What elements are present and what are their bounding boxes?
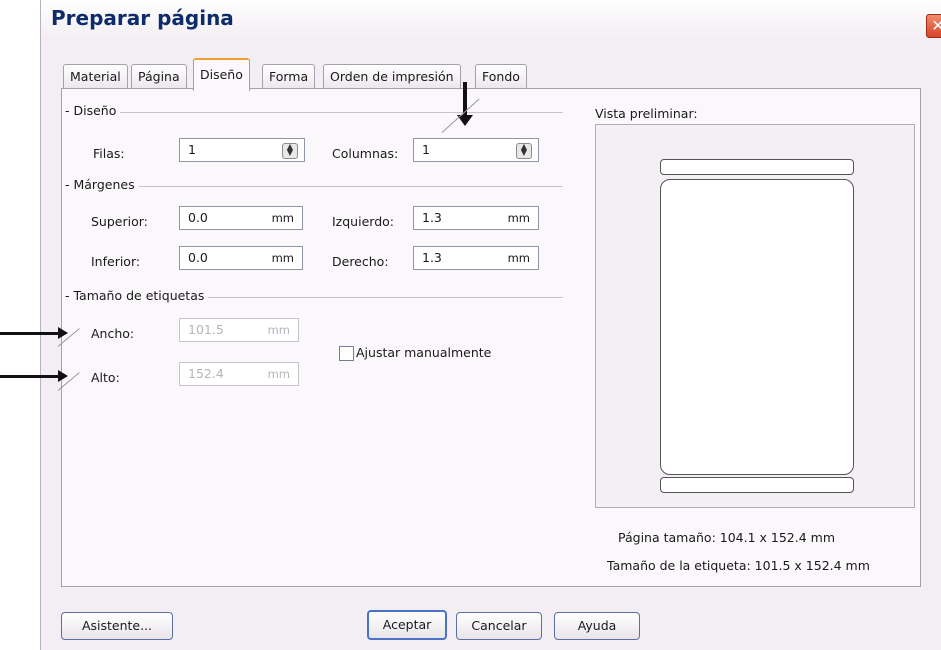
alto-field: 152.4 mm — [179, 362, 299, 386]
superior-field[interactable]: 0.0 mm — [179, 206, 303, 230]
inferior-label: Inferior: — [91, 254, 141, 269]
preview-bottom-strip — [660, 477, 854, 493]
unit-mm: mm — [271, 251, 294, 265]
tab-orden-impresion[interactable]: Orden de impresión — [323, 64, 461, 89]
window-title: Preparar página — [51, 6, 234, 30]
izquierdo-value: 1.3 — [422, 210, 442, 225]
tab-forma[interactable]: Forma — [262, 64, 316, 89]
filas-label: Filas: — [93, 146, 125, 161]
preview-top-strip — [660, 159, 854, 175]
arrow-annotation-icon — [0, 327, 68, 339]
cancelar-button[interactable]: Cancelar — [456, 612, 542, 640]
preview-label-shape — [660, 179, 854, 475]
derecho-value: 1.3 — [422, 250, 442, 265]
tab-pagina[interactable]: Página — [131, 64, 187, 89]
arrow-annotation-icon — [0, 370, 68, 382]
ayuda-button[interactable]: Ayuda — [554, 612, 640, 640]
alto-label: Alto: — [91, 370, 120, 385]
ancho-field: 101.5 mm — [179, 318, 299, 342]
ajustar-manualmente-label[interactable]: Ajustar manualmente — [356, 345, 491, 360]
ancho-value: 101.5 — [188, 322, 224, 337]
aceptar-button[interactable]: Aceptar — [367, 610, 447, 640]
spinner-icon[interactable]: ▲ ▼ — [282, 143, 298, 159]
tab-material[interactable]: Material — [63, 64, 128, 89]
unit-mm: mm — [271, 211, 294, 225]
asistente-button[interactable]: Asistente... — [61, 612, 173, 640]
unit-mm: mm — [507, 251, 530, 265]
filas-stepper[interactable]: 1 ▲ ▼ — [179, 138, 305, 162]
group-divider — [67, 112, 563, 113]
title-bar: Preparar página ✕ — [41, 0, 941, 42]
ajustar-manualmente-checkbox[interactable] — [339, 346, 354, 361]
preview-label: Vista preliminar: — [595, 106, 698, 121]
columnas-stepper[interactable]: 1 ▲ ▼ — [413, 138, 539, 162]
spinner-icon[interactable]: ▲ ▼ — [516, 143, 532, 159]
filas-value: 1 — [188, 142, 196, 157]
label-preview-canvas — [595, 124, 915, 508]
group-margenes-label: - Márgenes — [65, 177, 139, 192]
unit-mm: mm — [507, 211, 530, 225]
etiqueta-tamano-text: Tamaño de la etiqueta: 101.5 x 152.4 mm — [607, 558, 870, 573]
derecho-field[interactable]: 1.3 mm — [413, 246, 539, 270]
superior-value: 0.0 — [188, 210, 208, 225]
columnas-label: Columnas: — [332, 146, 399, 161]
alto-value: 152.4 — [188, 366, 224, 381]
izquierdo-label: Izquierdo: — [332, 214, 394, 229]
unit-mm: mm — [267, 367, 290, 381]
group-tamano-label: - Tamaño de etiquetas — [65, 288, 209, 303]
inferior-value: 0.0 — [188, 250, 208, 265]
izquierdo-field[interactable]: 1.3 mm — [413, 206, 539, 230]
tab-diseno[interactable]: Diseño — [193, 58, 250, 91]
derecho-label: Derecho: — [332, 254, 389, 269]
page-setup-dialog: Preparar página ✕ Material Página Diseño… — [40, 0, 941, 650]
unit-mm: mm — [267, 323, 290, 337]
group-divider — [67, 186, 563, 187]
pagina-tamano-text: Página tamaño: 104.1 x 152.4 mm — [618, 530, 835, 545]
tab-fondo[interactable]: Fondo — [475, 64, 527, 89]
ancho-label: Ancho: — [91, 326, 135, 341]
columnas-value: 1 — [422, 142, 430, 157]
group-diseno-label: - Diseño — [65, 103, 121, 118]
inferior-field[interactable]: 0.0 mm — [179, 246, 303, 270]
superior-label: Superior: — [91, 214, 148, 229]
close-icon[interactable]: ✕ — [926, 14, 941, 38]
